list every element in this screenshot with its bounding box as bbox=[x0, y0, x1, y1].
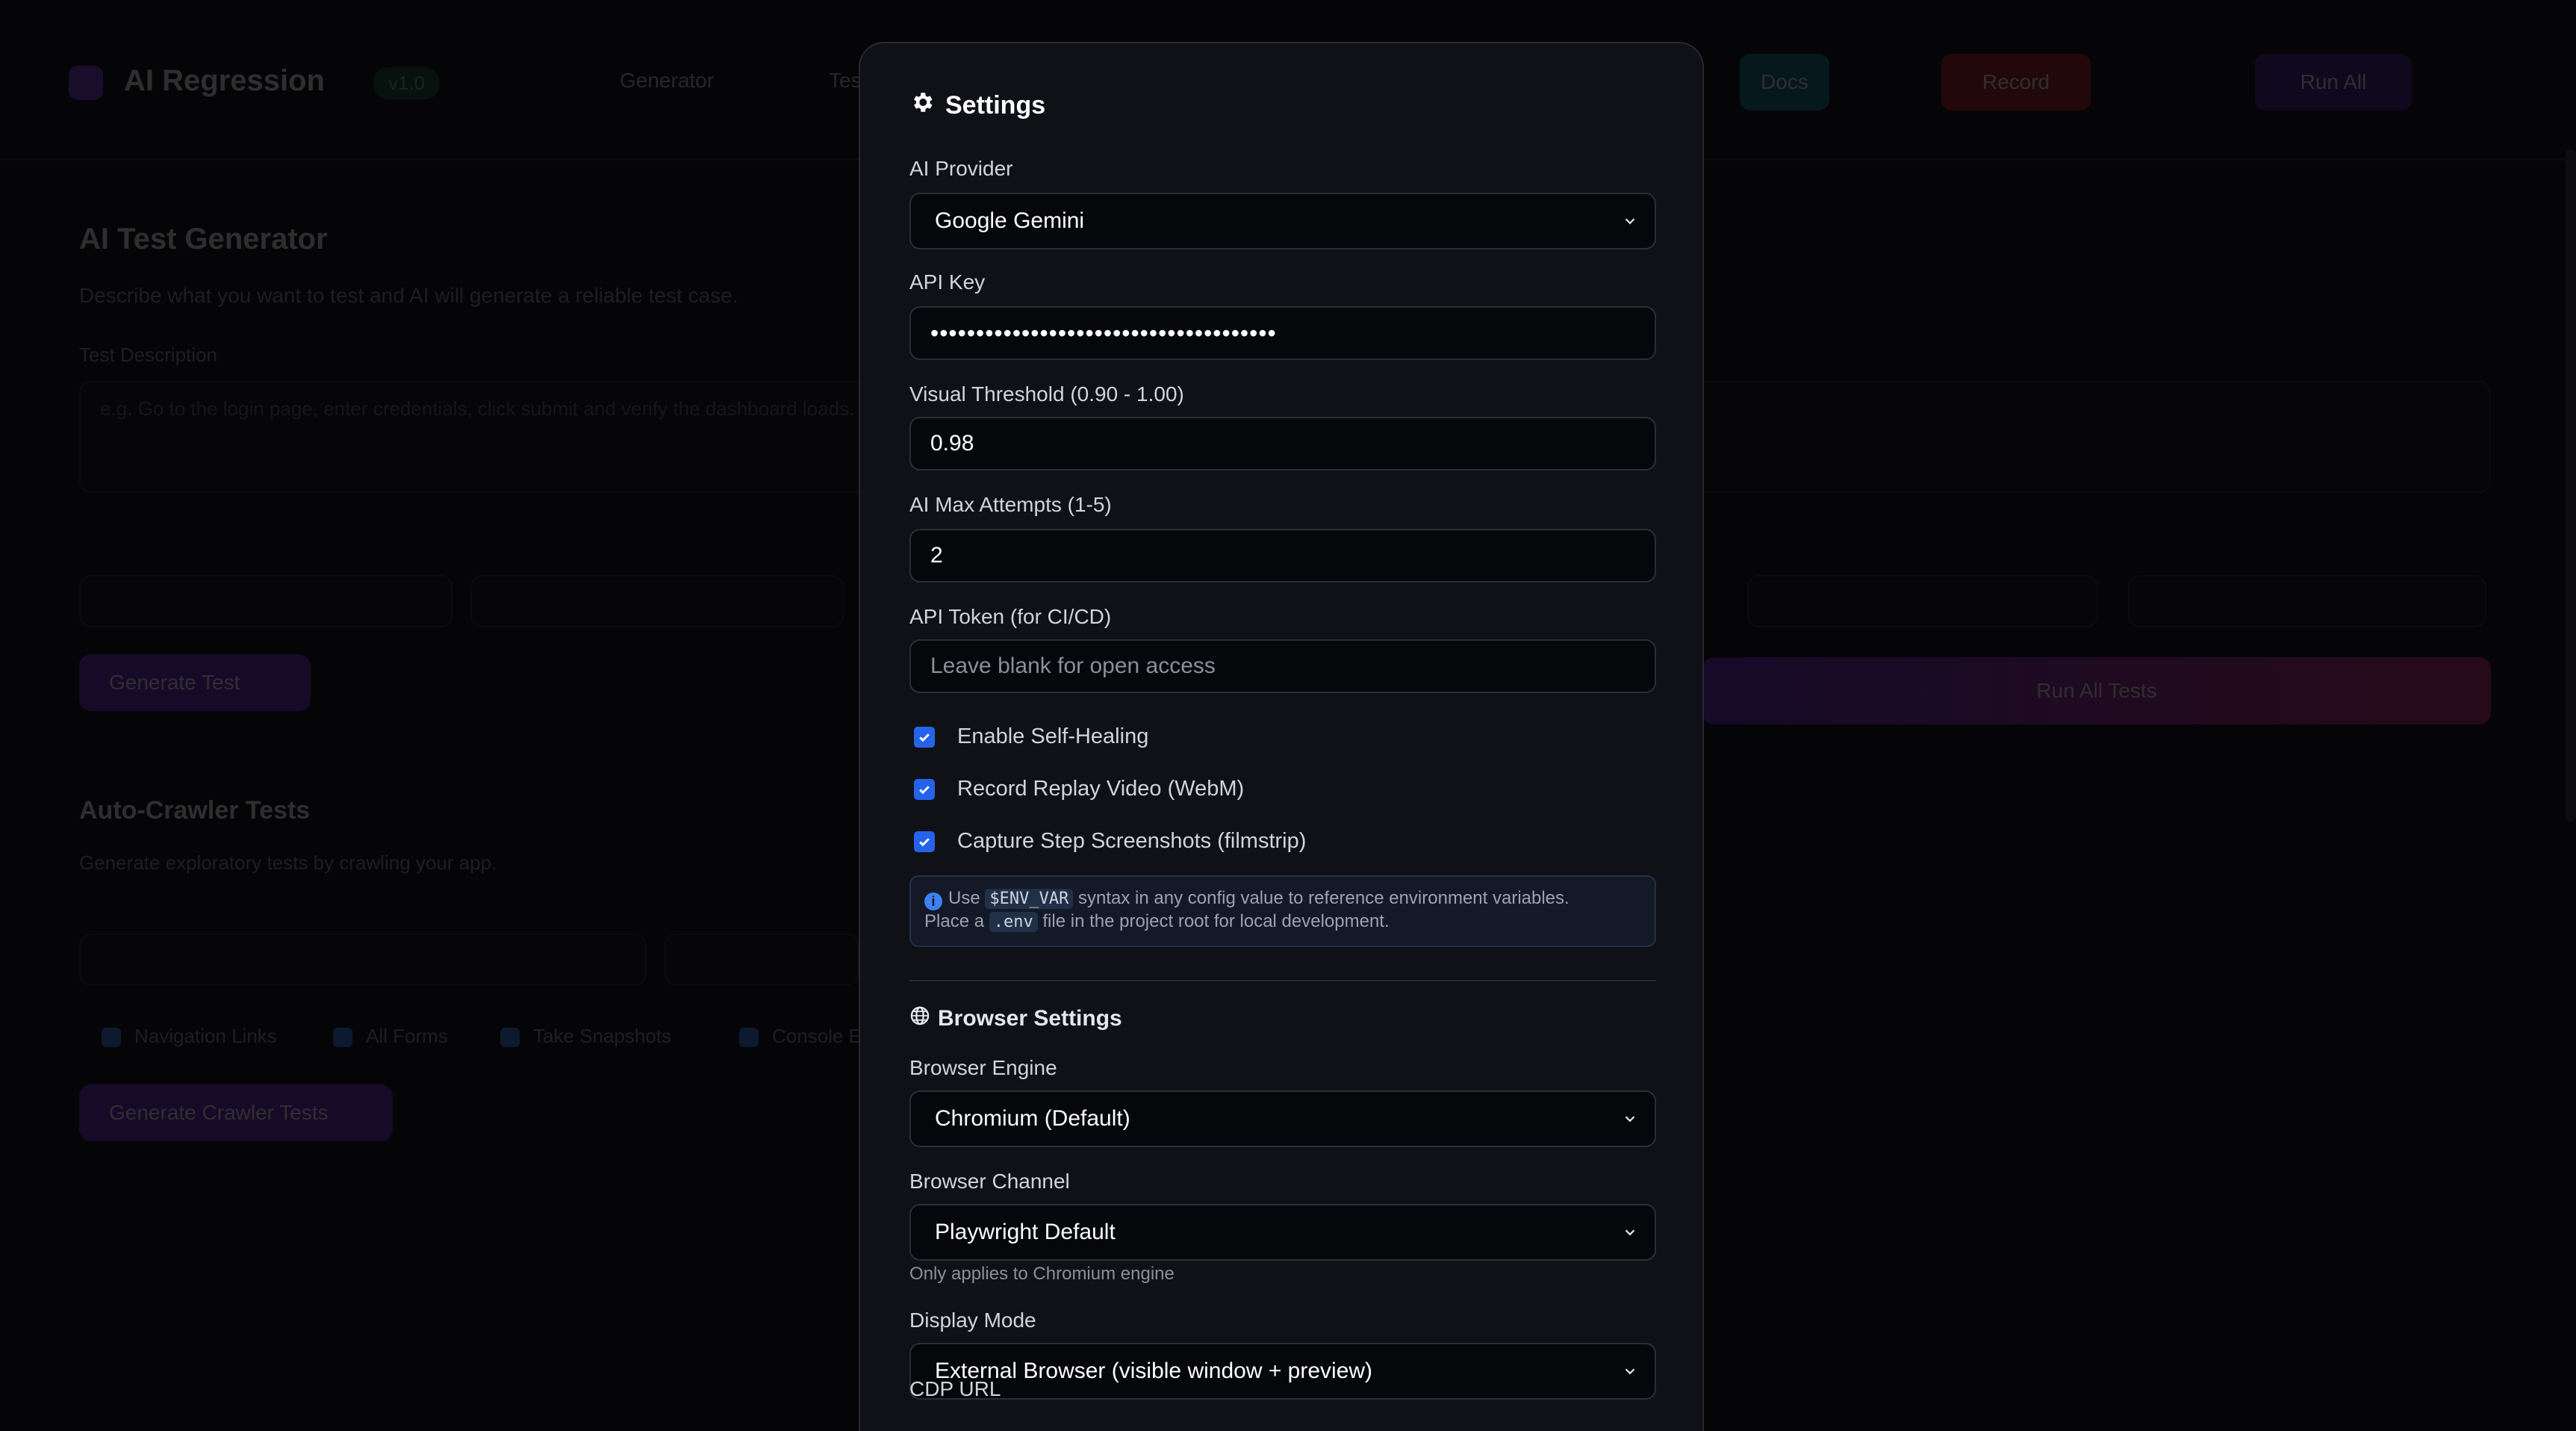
version-badge: v1.0 bbox=[373, 67, 441, 99]
env-info-box: i Use $ENV_VAR syntax in any config value… bbox=[909, 875, 1656, 947]
record-video-checkbox[interactable] bbox=[914, 778, 935, 800]
env-var-code: $ENV_VAR bbox=[985, 889, 1074, 909]
ai-provider-select[interactable]: Google Gemini bbox=[909, 193, 1656, 249]
check-icon bbox=[919, 837, 930, 846]
section-divider bbox=[909, 980, 1656, 981]
capture-screenshots-checkbox[interactable] bbox=[914, 831, 935, 852]
generate-crawler-tests-button[interactable]: Generate Crawler Tests bbox=[79, 1084, 393, 1141]
chevron-down-icon bbox=[1625, 1116, 1635, 1123]
test-description-label: Test Description bbox=[79, 344, 217, 366]
chevron-down-icon bbox=[1625, 218, 1635, 225]
capture-screenshots-checkbox-row[interactable]: Capture Step Screenshots (filmstrip) bbox=[914, 829, 1306, 854]
crawl-option-navigation[interactable]: Navigation Links bbox=[102, 1025, 277, 1048]
check-icon bbox=[919, 733, 930, 742]
visual-threshold-label: Visual Threshold (0.90 - 1.00) bbox=[909, 382, 1184, 406]
generate-test-button[interactable]: Generate Test bbox=[79, 654, 311, 711]
select-box[interactable] bbox=[79, 575, 452, 627]
run-all-tests-button[interactable]: Run All Tests bbox=[1702, 657, 2491, 724]
capture-screenshots-label: Capture Step Screenshots (filmstrip) bbox=[957, 829, 1307, 853]
gear-icon bbox=[909, 90, 935, 122]
info-icon: i bbox=[924, 893, 942, 910]
api-token-input[interactable]: Leave blank for open access bbox=[909, 639, 1656, 693]
self-healing-label: Enable Self-Healing bbox=[957, 724, 1149, 748]
browser-channel-hint: Only applies to Chromium engine bbox=[909, 1264, 1175, 1284]
nav-link-generator[interactable]: Generator bbox=[620, 69, 714, 93]
api-token-placeholder: Leave blank for open access bbox=[930, 654, 1216, 678]
select-box[interactable] bbox=[470, 575, 844, 627]
display-mode-select[interactable]: External Browser (visible window + previ… bbox=[909, 1343, 1656, 1400]
env-info-line-2: Place a .env file in the project root fo… bbox=[924, 911, 1390, 932]
ai-test-generator-desc: Describe what you want to test and AI wi… bbox=[79, 284, 738, 307]
visual-threshold-input[interactable]: 0.98 bbox=[909, 417, 1656, 471]
display-mode-label: Display Mode bbox=[909, 1309, 1036, 1332]
page-scrollbar[interactable] bbox=[2566, 149, 2576, 822]
api-key-value: •••••••••••••••••••••••••••••••••••••• bbox=[930, 319, 1277, 347]
api-key-label: API Key bbox=[909, 270, 986, 294]
visual-threshold-value: 0.98 bbox=[930, 431, 974, 456]
chevron-down-icon bbox=[1625, 1368, 1635, 1375]
api-key-input[interactable]: •••••••••••••••••••••••••••••••••••••• bbox=[909, 306, 1656, 360]
auto-crawler-title: Auto-Crawler Tests bbox=[79, 796, 311, 825]
ai-max-attempts-value: 2 bbox=[930, 543, 943, 568]
env-info-line-1: i Use $ENV_VAR syntax in any config value… bbox=[924, 887, 1641, 910]
globe-icon bbox=[909, 1005, 930, 1032]
chevron-down-icon bbox=[1625, 1229, 1635, 1236]
ai-max-attempts-input[interactable]: 2 bbox=[909, 529, 1656, 583]
ai-provider-value: Google Gemini bbox=[935, 208, 1085, 233]
input-box[interactable] bbox=[665, 934, 859, 986]
crawl-option-snapshots[interactable]: Take Snapshots bbox=[500, 1025, 671, 1048]
select-box[interactable] bbox=[79, 934, 647, 986]
self-healing-checkbox-row[interactable]: Enable Self-Healing bbox=[914, 724, 1148, 749]
env-file-code: .env bbox=[989, 912, 1038, 932]
browser-engine-label: Browser Engine bbox=[909, 1056, 1057, 1079]
browser-channel-select[interactable]: Playwright Default bbox=[909, 1204, 1656, 1261]
check-icon bbox=[919, 785, 930, 794]
browser-channel-label: Browser Channel bbox=[909, 1170, 1070, 1193]
ai-provider-label: AI Provider bbox=[909, 157, 1013, 180]
auto-crawler-desc: Generate exploratory tests by crawling y… bbox=[79, 851, 497, 874]
select-box[interactable] bbox=[1747, 575, 2098, 627]
api-token-label: API Token (for CI/CD) bbox=[909, 605, 1112, 628]
docs-button[interactable]: Docs bbox=[1740, 54, 1829, 111]
browser-channel-value: Playwright Default bbox=[935, 1220, 1116, 1244]
settings-title: Settings bbox=[909, 90, 1045, 122]
run-all-top-button[interactable]: Run All bbox=[2255, 54, 2412, 111]
browser-engine-value: Chromium (Default) bbox=[935, 1106, 1130, 1131]
settings-modal: Settings AI Provider Google Gemini API K… bbox=[859, 42, 1704, 1431]
app-logo-icon bbox=[69, 66, 103, 100]
app-title: AI Regression bbox=[124, 64, 325, 97]
ai-max-attempts-label: AI Max Attempts (1-5) bbox=[909, 493, 1112, 516]
browser-settings-title: Browser Settings bbox=[909, 1005, 1122, 1032]
self-healing-checkbox[interactable] bbox=[914, 726, 935, 748]
cdp-url-label: CDP URL bbox=[909, 1377, 1001, 1400]
select-box[interactable] bbox=[2128, 575, 2486, 627]
record-video-checkbox-row[interactable]: Record Replay Video (WebM) bbox=[914, 777, 1244, 801]
crawl-option-forms[interactable]: All Forms bbox=[333, 1025, 448, 1048]
ai-test-generator-title: AI Test Generator bbox=[79, 223, 328, 255]
browser-engine-select[interactable]: Chromium (Default) bbox=[909, 1090, 1656, 1147]
record-video-label: Record Replay Video (WebM) bbox=[957, 777, 1245, 801]
settings-title-text: Settings bbox=[945, 91, 1046, 119]
record-button[interactable]: Record bbox=[1941, 54, 2091, 111]
browser-settings-title-text: Browser Settings bbox=[938, 1006, 1122, 1031]
